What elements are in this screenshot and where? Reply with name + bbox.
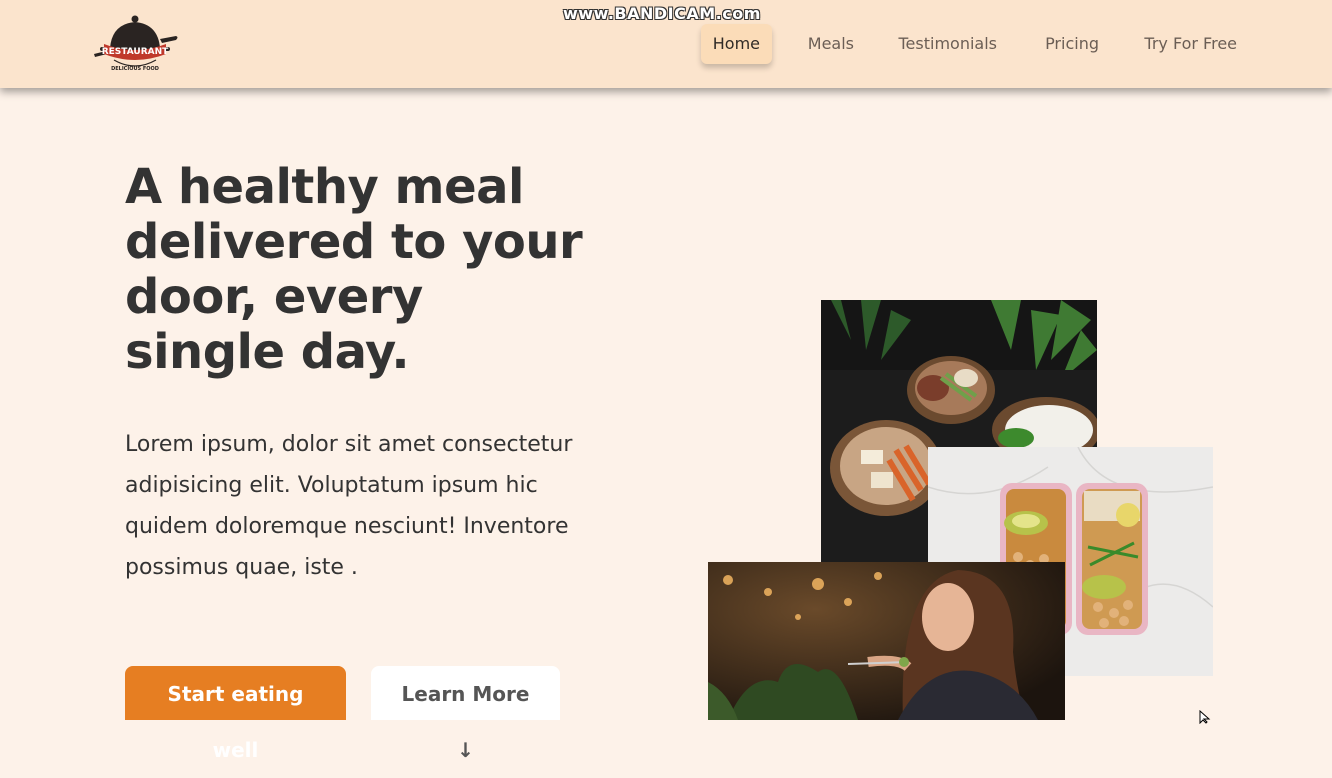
hero-title: A healthy meal delivered to your door, e… [125,159,583,380]
cloche-icon: RESTAURANT DELICIOUS FOOD [94,15,178,72]
bandicam-watermark: www.BANDICAM.com [563,4,761,23]
start-eating-button[interactable]: Start eating well [125,666,346,762]
svg-text:RESTAURANT: RESTAURANT [102,47,169,57]
hero-description: Lorem ipsum, dolor sit amet consectetur … [125,432,573,580]
nav-try-for-free[interactable]: Try For Free [1144,24,1237,64]
learn-more-button[interactable]: Learn More ↓ [371,666,560,762]
woman-eating-photo [708,562,1065,720]
mouse-cursor-icon [1199,710,1211,724]
nav-meals[interactable]: Meals [808,24,854,64]
nav-home[interactable]: Home [700,24,772,64]
svg-text:DELICIOUS FOOD: DELICIOUS FOOD [111,66,159,72]
nav-testimonials[interactable]: Testimonials [899,24,998,64]
restaurant-logo[interactable]: RESTAURANT DELICIOUS FOOD [90,10,180,76]
nav-pricing[interactable]: Pricing [1045,24,1099,64]
